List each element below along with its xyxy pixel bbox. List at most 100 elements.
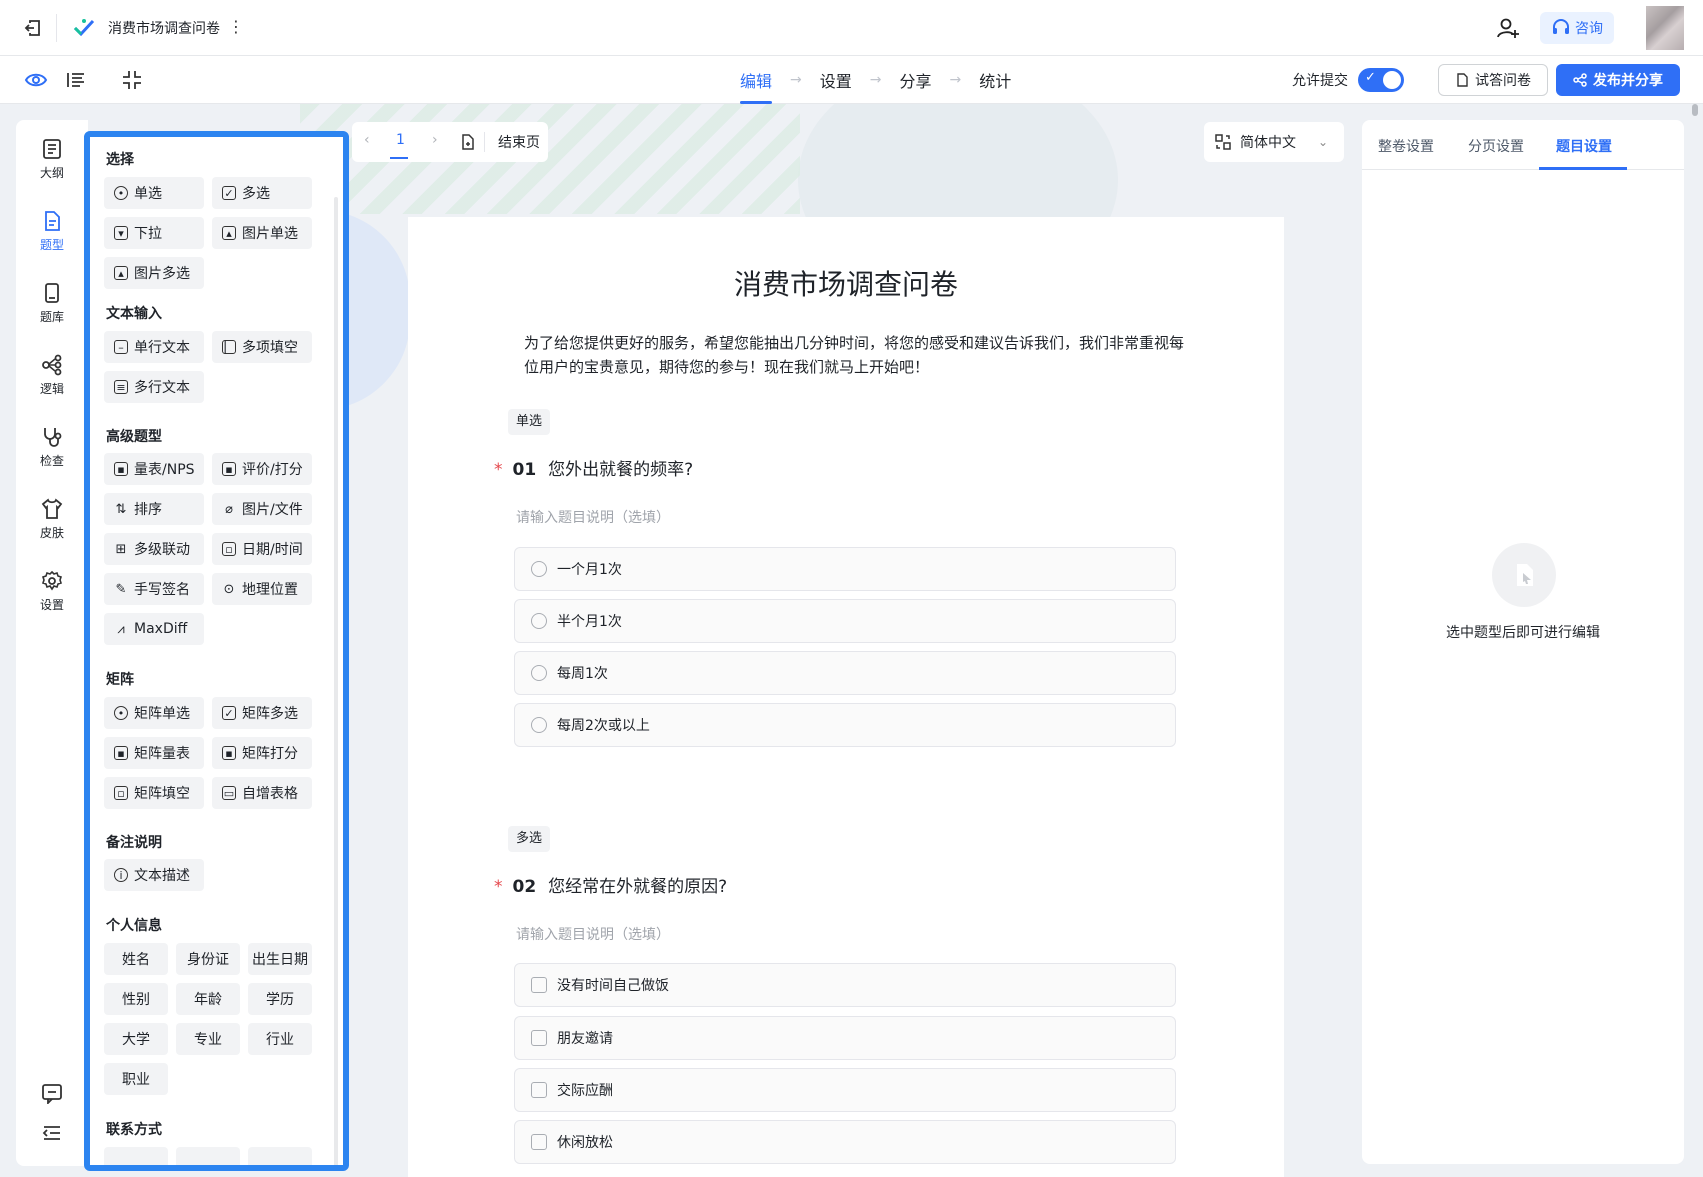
try-survey-button[interactable]: 试答问卷 xyxy=(1438,64,1548,96)
option-row[interactable]: 每周2次或以上 xyxy=(514,703,1176,747)
language-select[interactable]: 简体中文 ⌄ xyxy=(1204,122,1344,162)
option-row[interactable]: 休闲放松 xyxy=(514,1120,1176,1164)
tab-page-settings[interactable]: 分页设置 xyxy=(1468,136,1524,156)
question-description-input[interactable]: 请输入题目说明（选填） xyxy=(516,924,670,944)
step-stats[interactable]: 统计 xyxy=(979,56,1011,104)
qtype-file-upload[interactable]: ⌀ 图片/文件 xyxy=(212,493,312,525)
consult-button[interactable]: 咨询 xyxy=(1540,12,1614,44)
sidebar-item-logic[interactable]: 逻辑 xyxy=(16,354,88,397)
checkbox[interactable] xyxy=(531,1134,547,1150)
preview-eye-icon[interactable] xyxy=(24,68,48,92)
sidebar-item-question-type[interactable]: 题型 xyxy=(16,210,88,253)
checkbox[interactable] xyxy=(531,1030,547,1046)
qtype-rating[interactable]: ▪ 评价/打分 xyxy=(212,453,312,485)
check-icon xyxy=(44,428,62,447)
qtype-text-description[interactable]: i 文本描述 xyxy=(104,859,204,891)
question-title[interactable]: * 02 您经常在外就餐的原因? xyxy=(494,872,727,897)
add-collaborator-icon[interactable] xyxy=(1496,16,1520,40)
option-row[interactable]: 朋友邀请 xyxy=(514,1016,1176,1060)
field-name[interactable]: 姓名 xyxy=(104,943,168,975)
publish-share-button[interactable]: 发布并分享 xyxy=(1556,64,1680,96)
field-gender[interactable]: 性别 xyxy=(104,983,168,1015)
radio-button[interactable] xyxy=(531,717,547,733)
sidebar-item-skin[interactable]: 皮肤 xyxy=(16,498,88,541)
option-row[interactable]: 每周1次 xyxy=(514,651,1176,695)
field-education[interactable]: 学历 xyxy=(248,983,312,1015)
option-row[interactable]: 半个月1次 xyxy=(514,599,1176,643)
sidebar-item-settings[interactable]: 设置 xyxy=(16,570,88,613)
question-title[interactable]: * 01 您外出就餐的频率? xyxy=(494,455,693,480)
field-occupation[interactable]: 职业 xyxy=(104,1063,168,1095)
add-page-icon[interactable] xyxy=(460,134,476,150)
fullscreen-exit-icon[interactable] xyxy=(120,68,144,92)
collapse-menu-icon[interactable] xyxy=(41,1122,63,1144)
qtype-auto-table[interactable]: ▭ 自增表格 xyxy=(212,777,312,809)
outline-list-icon[interactable] xyxy=(64,68,88,92)
checkbox[interactable] xyxy=(531,1082,547,1098)
question-description-input[interactable]: 请输入题目说明（选填） xyxy=(516,507,670,527)
qtype-matrix-single[interactable]: • 矩阵单选 xyxy=(104,697,204,729)
field-university[interactable]: 大学 xyxy=(104,1023,168,1055)
option-row[interactable]: 一个月1次 xyxy=(514,547,1176,591)
panel-scrollbar[interactable] xyxy=(334,197,338,1165)
checkbox[interactable] xyxy=(531,977,547,993)
qtype-single-choice[interactable]: • 单选 xyxy=(104,177,204,209)
field-contact-3[interactable] xyxy=(248,1147,312,1165)
qtype-matrix-scale[interactable]: ▪ 矩阵量表 xyxy=(104,737,204,769)
tab-survey-settings[interactable]: 整卷设置 xyxy=(1378,136,1434,156)
step-edit[interactable]: 编辑 xyxy=(740,56,773,104)
qtype-matrix-multi[interactable]: ✓ 矩阵多选 xyxy=(212,697,312,729)
option-row[interactable]: 交际应酬 xyxy=(514,1068,1176,1112)
tab-question-settings[interactable]: 题目设置 xyxy=(1556,136,1612,156)
qtype-scale-nps[interactable]: ▪ 量表/NPS xyxy=(104,453,204,485)
sidebar-item-outline[interactable]: 大纲 xyxy=(16,138,88,181)
qtype-ranking[interactable]: ⇅ 排序 xyxy=(104,493,204,525)
step-settings[interactable]: 设置 xyxy=(820,56,852,104)
qtype-location[interactable]: ⊙ 地理位置 xyxy=(212,573,312,605)
option-label: 交际应酬 xyxy=(557,1083,613,1099)
qtype-label: 图片/文件 xyxy=(242,502,303,518)
survey-title[interactable]: 消费市场调查问卷 xyxy=(408,263,1284,303)
exit-icon[interactable] xyxy=(22,17,44,39)
page-number[interactable]: 1 xyxy=(396,132,405,148)
avatar[interactable] xyxy=(1646,6,1684,50)
sidebar-item-label: 逻辑 xyxy=(39,382,64,396)
page-scrollbar[interactable] xyxy=(1692,104,1698,116)
prev-page-icon[interactable]: ‹ xyxy=(364,132,370,148)
allow-submit-toggle[interactable] xyxy=(1358,68,1404,92)
step-share[interactable]: 分享 xyxy=(900,56,932,104)
radio-button[interactable] xyxy=(531,561,547,577)
radio-button[interactable] xyxy=(531,613,547,629)
qtype-date-time[interactable]: ▫ 日期/时间 xyxy=(212,533,312,565)
qtype-dropdown[interactable]: ▾ 下拉 xyxy=(104,217,204,249)
option-row[interactable]: 没有时间自己做饭 xyxy=(514,963,1176,1007)
field-id-card[interactable]: 身份证 xyxy=(176,943,240,975)
more-menu-icon[interactable]: ⋮ xyxy=(228,17,244,36)
next-page-icon[interactable]: › xyxy=(432,132,438,148)
qtype-image-multi[interactable]: ▴ 图片多选 xyxy=(104,257,204,289)
radio-button[interactable] xyxy=(531,665,547,681)
field-contact-2[interactable] xyxy=(176,1147,240,1165)
field-industry[interactable]: 行业 xyxy=(248,1023,312,1055)
qtype-image-single[interactable]: ▴ 图片单选 xyxy=(212,217,312,249)
qtype-single-line[interactable]: – 单行文本 xyxy=(104,331,204,363)
feedback-icon[interactable] xyxy=(41,1082,63,1104)
sidebar-item-question-bank[interactable]: 题库 xyxy=(16,282,88,325)
field-age[interactable]: 年龄 xyxy=(176,983,240,1015)
field-contact-1[interactable] xyxy=(104,1147,168,1165)
qtype-signature[interactable]: ✎ 手写签名 xyxy=(104,573,204,605)
skin-icon xyxy=(41,498,63,519)
qtype-multi-line[interactable]: ≡ 多行文本 xyxy=(104,371,204,403)
qtype-matrix-rating[interactable]: ▪ 矩阵打分 xyxy=(212,737,312,769)
end-page-tab[interactable]: 结束页 xyxy=(498,132,540,152)
qtype-maxdiff[interactable]: ⩘ MaxDiff xyxy=(104,613,204,645)
qtype-matrix-fill[interactable]: ▫ 矩阵填空 xyxy=(104,777,204,809)
field-birthdate[interactable]: 出生日期 xyxy=(248,943,312,975)
field-major[interactable]: 专业 xyxy=(176,1023,240,1055)
qtype-cascade[interactable]: ⊞ 多级联动 xyxy=(104,533,204,565)
sidebar-item-check[interactable]: 检查 xyxy=(16,426,88,469)
qtype-multi-choice[interactable]: ✓ 多选 xyxy=(212,177,312,209)
language-value: 简体中文 xyxy=(1240,135,1296,151)
survey-intro[interactable]: 为了给您提供更好的服务，希望您能抽出几分钟时间，将您的感受和建议告诉我们，我们非… xyxy=(524,331,1184,379)
qtype-multi-blank[interactable]: ▏ 多项填空 xyxy=(212,331,312,363)
